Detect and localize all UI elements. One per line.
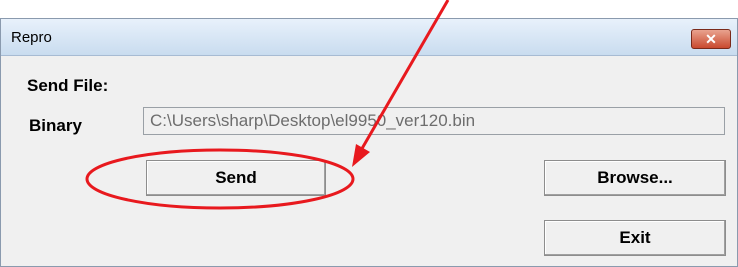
close-icon: ✕: [705, 31, 717, 47]
send-button[interactable]: Send: [146, 160, 326, 196]
send-file-label: Send File:: [27, 76, 109, 95]
repro-window: Repro ✕ Send File: Binary C:\Users\sharp…: [0, 18, 738, 267]
title-bar[interactable]: Repro ✕: [1, 19, 737, 56]
close-button[interactable]: ✕: [691, 29, 731, 49]
binary-path-field[interactable]: C:\Users\sharp\Desktop\el9950_ver120.bin: [143, 107, 725, 135]
binary-label: Binary: [29, 116, 82, 135]
browse-button[interactable]: Browse...: [544, 160, 726, 196]
exit-button[interactable]: Exit: [544, 220, 726, 256]
window-title: Repro: [11, 29, 52, 46]
